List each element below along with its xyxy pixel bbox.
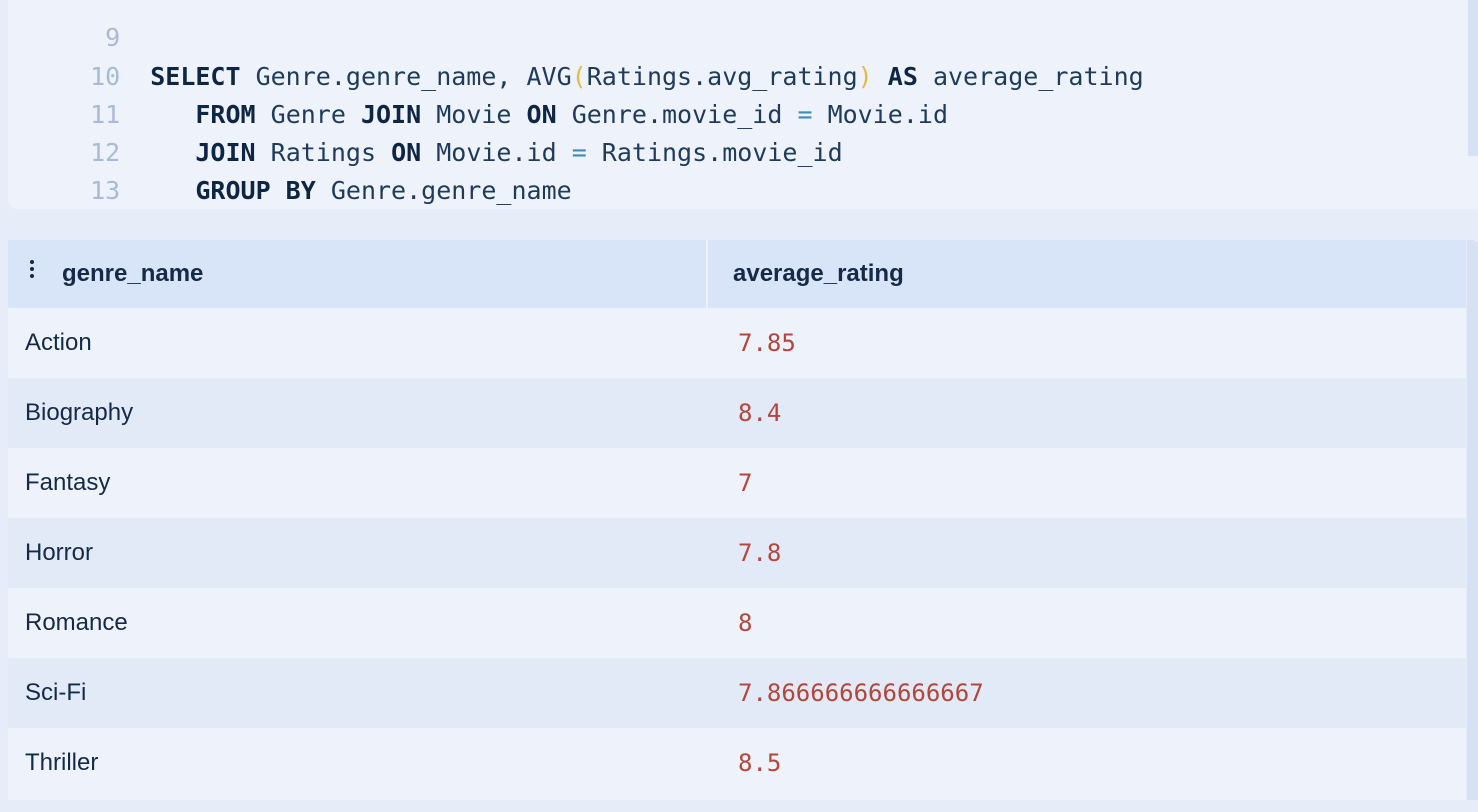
table-row[interactable]: Sci-Fi 7.866666666666667	[8, 658, 1466, 728]
code-text: average_rating	[917, 62, 1144, 91]
code-line-10: 10 SELECT Genre.genre_name, AVG(Ratings.a…	[8, 20, 1144, 91]
column-header-average-rating[interactable]: average_rating	[733, 240, 904, 308]
cell-genre-name: Fantasy	[25, 469, 111, 496]
editor-scrollbar[interactable]	[1468, 0, 1478, 156]
table-row[interactable]: Thriller 8.5	[8, 728, 1466, 798]
cell-genre-name: Action	[25, 329, 92, 356]
cell-average-rating: 7	[738, 469, 753, 497]
code-line-9: 9	[8, 0, 150, 52]
keyword-group-by: GROUP BY	[195, 176, 316, 205]
cell-average-rating: 8.4	[738, 399, 782, 427]
code-line-14: 14	[8, 172, 150, 209]
cell-genre-name: Biography	[25, 399, 134, 426]
cell-genre-name: Sci-Fi	[25, 679, 87, 706]
cell-genre-name: Thriller	[25, 749, 99, 776]
column-resize-handle[interactable]	[706, 240, 708, 308]
table-row[interactable]: Biography 8.4	[8, 378, 1466, 448]
code-line-11: 11 FROM Genre JOIN Movie ON Genre.movie_…	[8, 58, 948, 129]
cell-average-rating: 7.8	[738, 539, 782, 567]
table-row[interactable]: Romance 8	[8, 588, 1466, 658]
code-text: Ratings.movie_id	[586, 138, 843, 167]
cell-average-rating: 8	[738, 609, 753, 637]
operator-equals: =	[571, 138, 587, 167]
results-table: genre_name average_rating Action 7.85 Bi…	[8, 240, 1466, 800]
cell-average-rating: 7.85	[738, 329, 796, 357]
table-row[interactable]: Horror 7.8	[8, 518, 1466, 588]
cell-average-rating: 8.5	[738, 749, 782, 777]
table-row[interactable]: Fantasy 7	[8, 448, 1466, 518]
cell-genre-name: Horror	[25, 539, 94, 566]
results-scrollbar[interactable]	[1467, 240, 1478, 800]
cell-average-rating: 7.866666666666667	[738, 679, 984, 707]
column-header-genre-name[interactable]: genre_name	[62, 240, 203, 308]
table-row[interactable]: Action 7.85	[8, 308, 1466, 378]
cell-genre-name: Romance	[25, 609, 128, 636]
sql-editor[interactable]: 9 10 SELECT Genre.genre_name, AVG(Ratings…	[8, 0, 1478, 209]
code-line-13: 13 GROUP BY Genre.genre_name	[8, 134, 572, 205]
table-header: genre_name average_rating	[8, 240, 1466, 308]
code-line-12: 12 JOIN Ratings ON Movie.id = Ratings.mo…	[8, 96, 843, 167]
kebab-vertical-icon[interactable]	[30, 260, 38, 280]
code-text: Genre.genre_name	[315, 176, 572, 205]
